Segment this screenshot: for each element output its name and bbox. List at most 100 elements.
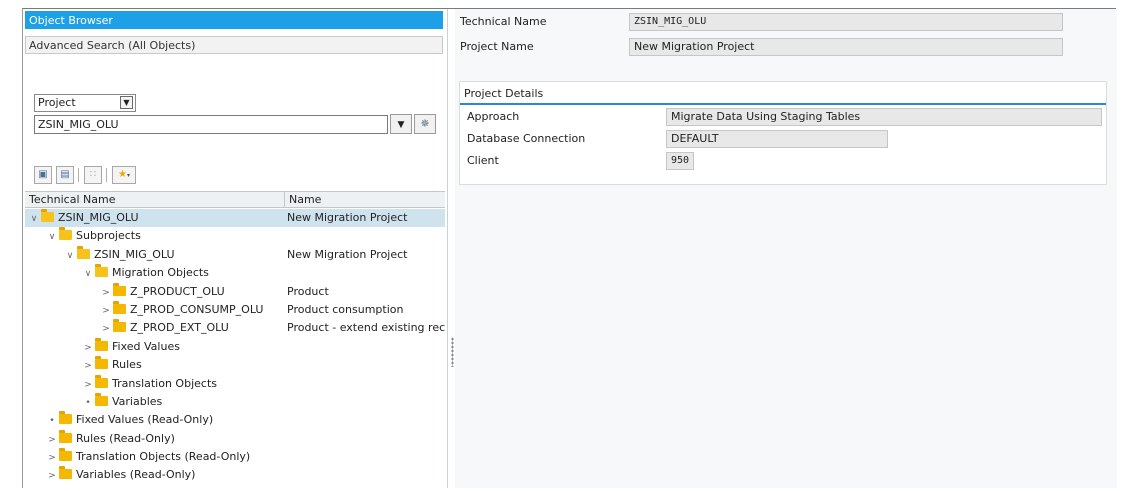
tree-row-name [287,448,445,466]
tree-row[interactable]: > Z_PROD_EXT_OLU Product - extend existin… [25,319,445,337]
tree-row[interactable]: • Variables [25,392,445,411]
project-details-group: Project Details Approach Migrate Data Us… [459,81,1107,185]
glasses-icon: ✵ [420,117,430,130]
tree-row-name [287,264,445,282]
tree-rows: ∨ ZSIN_MIG_OLU New Migration Project ∨ Sub… [25,209,445,485]
tree-row-label: Translation Objects (Read-Only) [76,450,251,464]
object-type-value: Project [38,96,76,109]
column-settings-icon[interactable]: ∷ [84,166,102,184]
folder-icon [59,448,72,462]
object-type-select[interactable]: Project ▼ [34,94,136,112]
tree-row-name [287,356,445,374]
tree-row-label: Rules [112,358,142,372]
chevron-right-icon[interactable]: > [83,376,93,393]
folder-icon [59,466,72,480]
window-frame: Object Browser Advanced Search (All Obje… [22,8,1117,488]
project-details-title: Project Details [464,87,544,100]
folder-icon [59,411,72,425]
chevron-down-icon[interactable]: ∨ [83,265,93,282]
tree-header: Technical Name Name [25,191,445,208]
chevron-down-icon[interactable]: ▼ [120,96,133,109]
tree-row-label: Subprojects [76,229,141,243]
tree-row-label: ZSIN_MIG_OLU [58,211,139,224]
tree-row[interactable]: ∨ Migration Objects [25,264,445,282]
tree-row-label: Translation Objects [112,376,217,390]
project-input[interactable]: ZSIN_MIG_OLU [34,115,388,134]
tree-row-label: Z_PROD_EXT_OLU [130,321,229,335]
chevron-down-icon[interactable]: ∨ [65,247,75,264]
leaf-bullet-icon: • [85,397,91,408]
tree-row-name: Product - extend existing rec [287,321,445,335]
chevron-right-icon[interactable]: > [47,449,57,466]
tree-row-name [287,227,445,245]
folder-icon [77,245,90,259]
tree-row-name [287,466,445,484]
pane-splitter-handle[interactable] [451,337,454,367]
leaf-bullet-icon: • [49,416,55,427]
tree-row-name [287,375,445,393]
tree-row[interactable]: ∨ ZSIN_MIG_OLU New Migration Project [25,209,445,228]
folder-icon [95,356,108,370]
client-field[interactable]: 950 [666,152,694,170]
chevron-right-icon[interactable]: > [83,339,93,356]
technical-name-field[interactable]: ZSIN_MIG_OLU [629,13,1063,31]
approach-field[interactable]: Migrate Data Using Staging Tables [666,108,1102,126]
chevron-right-icon[interactable]: > [47,467,57,484]
tree-row[interactable]: > Rules (Read-Only) [25,429,445,448]
tree-row-label: Variables (Read-Only) [76,468,196,482]
object-browser-pane: Object Browser Advanced Search (All Obje… [23,9,448,488]
dropdown-arrow-button[interactable]: ▼ [390,114,412,134]
folder-icon [95,337,108,351]
tree-row-label: Rules (Read-Only) [76,431,175,445]
chevron-right-icon[interactable]: > [47,431,57,448]
tree-row-label: Fixed Values (Read-Only) [76,413,214,427]
nav-object-browser[interactable]: Object Browser [25,11,443,29]
folder-icon [95,374,108,388]
folder-icon [95,392,108,406]
folder-icon [41,209,54,222]
tree-row-label: Variables [112,394,163,408]
project-name-field[interactable]: New Migration Project [629,38,1063,56]
column-header-technical-name[interactable]: Technical Name [25,192,285,208]
collapse-all-icon[interactable]: ▤ [56,166,74,184]
section-divider [460,103,1106,105]
tree-row[interactable]: > Fixed Values [25,337,445,356]
expand-all-icon[interactable]: ▣ [34,166,52,184]
toolbar-separator [78,168,79,182]
chevron-right-icon[interactable]: > [83,357,93,374]
tree-row-name [287,338,445,356]
tree-row[interactable]: ∨ Subprojects [25,227,445,245]
folder-icon [113,319,126,333]
tree-row[interactable]: > Z_PRODUCT_OLU Product [25,282,445,301]
tree-row-name: New Migration Project [287,247,408,261]
folder-icon [113,300,126,314]
technical-name-label: Technical Name [460,15,547,28]
favorites-star-icon[interactable]: ★▾ [112,166,136,184]
folder-icon [95,264,108,278]
database-connection-field[interactable]: DEFAULT [666,130,888,148]
tree-row[interactable]: > Translation Objects [25,374,445,393]
tree-row-label: Fixed Values [112,339,180,353]
tree-row[interactable]: > Variables (Read-Only) [25,466,445,484]
tree-row-name [287,411,445,429]
chevron-right-icon[interactable]: > [101,284,111,301]
database-connection-label: Database Connection [467,132,586,145]
tree-row[interactable]: > Rules [25,356,445,374]
tree-row[interactable]: ∨ ZSIN_MIG_OLU New Migration Project [25,245,445,264]
tree-row[interactable]: • Fixed Values (Read-Only) [25,411,445,429]
chevron-down-icon[interactable]: ∨ [47,228,57,245]
column-header-name[interactable]: Name [285,192,445,208]
tree-row[interactable]: > Z_PROD_CONSUMP_OLU Product consumption [25,300,445,319]
folder-icon [59,227,72,241]
chevron-down-icon[interactable]: ∨ [29,210,39,227]
chevron-right-icon[interactable]: > [101,320,111,337]
approach-label: Approach [467,110,520,123]
chevron-right-icon[interactable]: > [101,302,111,319]
toolbar-separator [106,168,107,182]
display-button[interactable]: ✵ [414,114,436,134]
tree-row-name: Product consumption [287,302,404,316]
client-label: Client [467,154,499,167]
nav-advanced-search[interactable]: Advanced Search (All Objects) [25,36,443,54]
tree-row[interactable]: > Translation Objects (Read-Only) [25,448,445,466]
folder-icon [59,429,72,443]
